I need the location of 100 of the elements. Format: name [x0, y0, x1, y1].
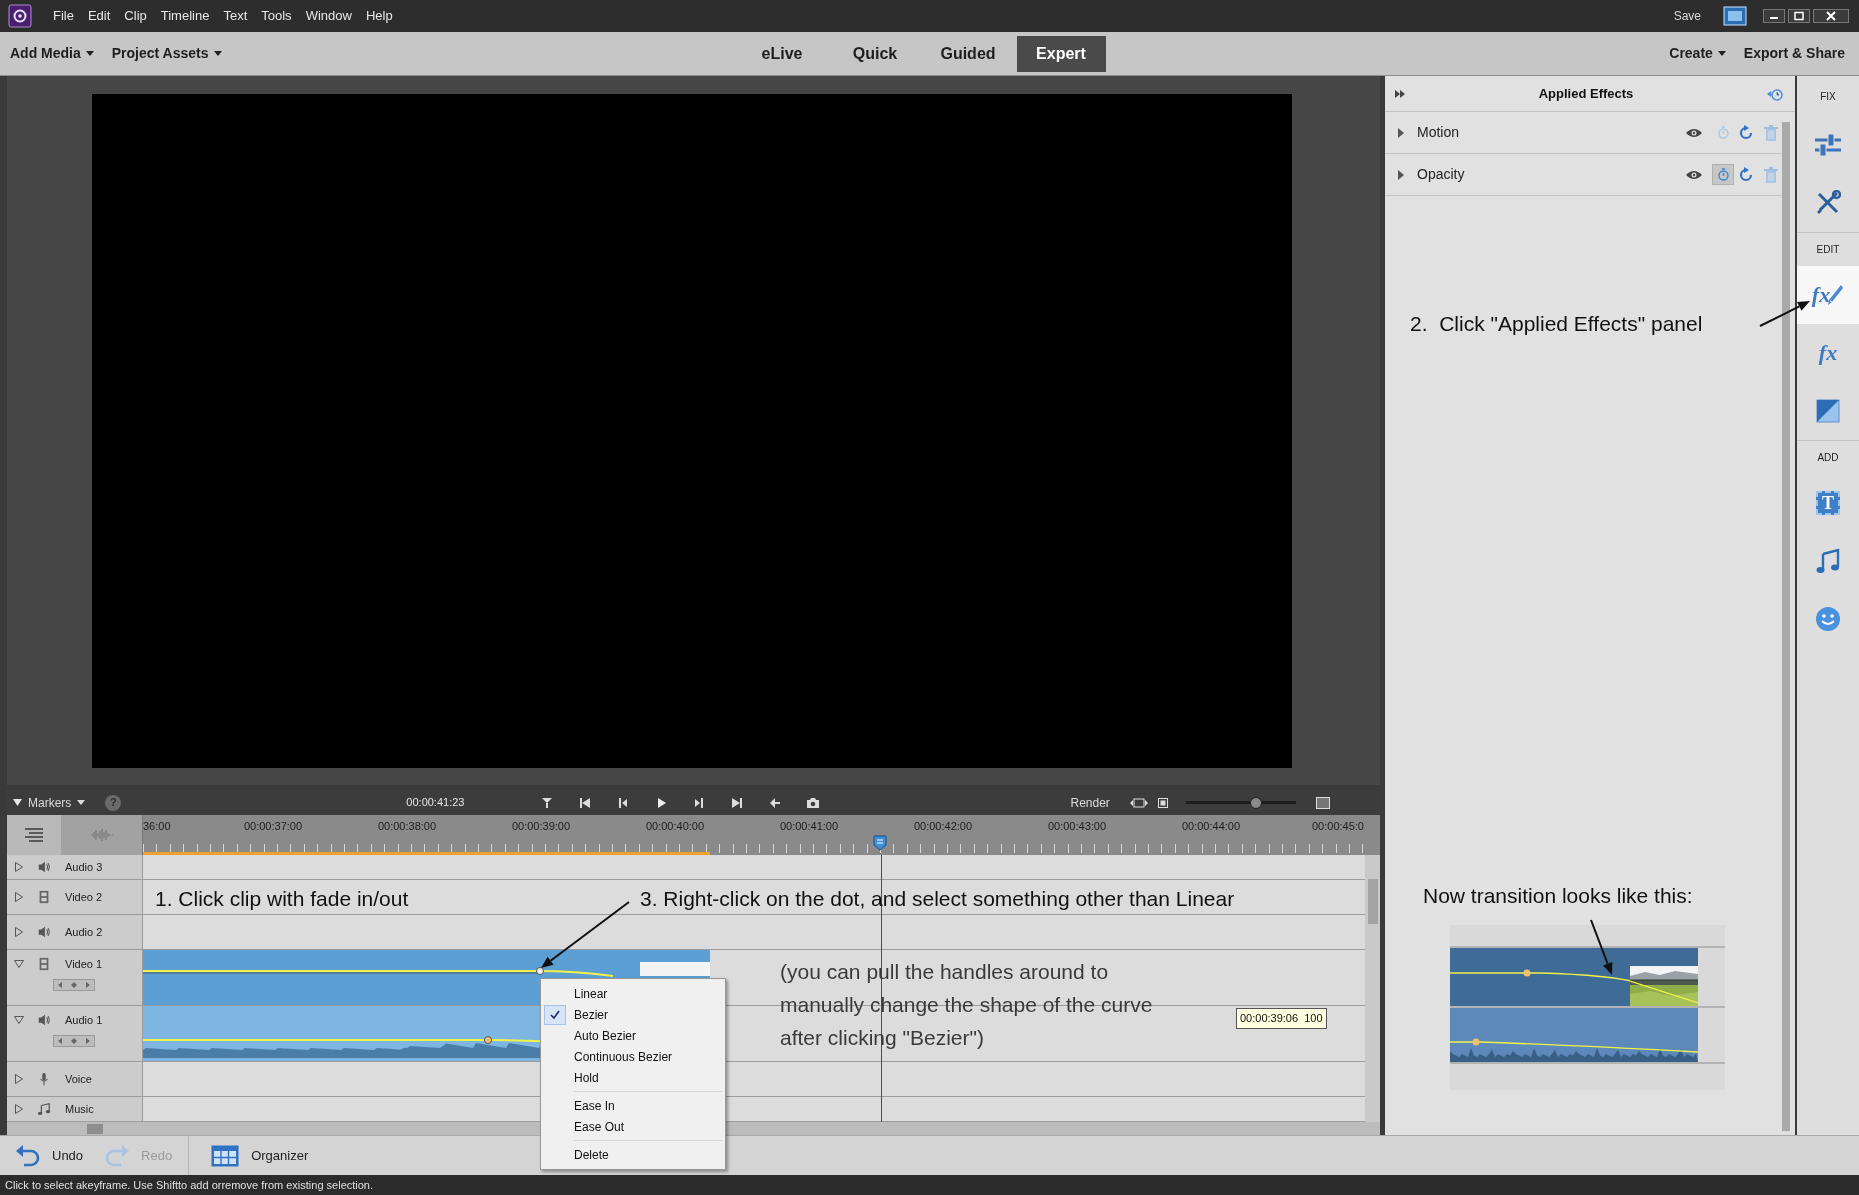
wrench-screwdriver-icon — [1815, 190, 1841, 216]
time-label: 00:00:43:00 — [1047, 819, 1107, 832]
minimize-button[interactable] — [1763, 9, 1785, 23]
menu-item[interactable]: File — [46, 0, 81, 32]
menu-item[interactable]: Clip — [117, 0, 154, 32]
menu-item[interactable]: Text — [216, 0, 255, 32]
stopwatch-icon[interactable] — [1767, 86, 1783, 101]
music-note-icon — [1816, 548, 1840, 574]
menu-item[interactable]: Ease In — [541, 1095, 725, 1116]
organizer-button[interactable]: Organizer — [211, 1144, 309, 1167]
keyframe-navigator[interactable] — [53, 1034, 95, 1047]
dropdown-button[interactable]: Add Media — [10, 43, 94, 64]
section-label: FIX — [1820, 89, 1836, 104]
section-label: ADD — [1817, 451, 1839, 465]
speaker-icon — [37, 925, 51, 939]
animation-toggle[interactable] — [1712, 164, 1734, 185]
dropdown-button[interactable]: Project Assets — [111, 43, 222, 64]
menu-item[interactable]: Tools — [254, 0, 299, 32]
track-name: Audio 2 — [65, 924, 103, 940]
time-label: 36:00 — [143, 819, 171, 832]
fit-icon[interactable] — [1129, 797, 1148, 808]
mark-in-icon — [540, 795, 555, 810]
tooltip: 00:00:39:06 100 — [1236, 1008, 1327, 1029]
panel-scrollbar[interactable] — [1782, 122, 1790, 1131]
icon-glyph: fx — [1818, 342, 1838, 364]
menu-item[interactable]: Ease Out — [541, 1116, 725, 1137]
smiley-icon — [1815, 606, 1841, 632]
mode-tab[interactable]: Guided — [923, 35, 1013, 72]
expand-toggle[interactable] — [1398, 127, 1404, 138]
expand-toggle[interactable] — [14, 1104, 24, 1114]
time-label: 00:00:38:00 — [377, 819, 437, 832]
track-name: Audio 3 — [65, 859, 103, 875]
triangle-icon — [13, 799, 22, 806]
save-button[interactable]: Save — [1673, 7, 1701, 25]
annotation-text: 1. Click clip with fade in/out — [155, 886, 409, 912]
eye-icon[interactable] — [1686, 169, 1702, 180]
time-label: 00:00:37:00 — [243, 819, 303, 832]
fullscreen-icon[interactable] — [1723, 6, 1747, 26]
menu-item[interactable]: Help — [358, 0, 400, 32]
mode-tab[interactable]: Expert — [1016, 35, 1106, 72]
undo-button[interactable]: Undo — [16, 1144, 84, 1167]
check-icon — [550, 1009, 560, 1020]
keyframe-dot[interactable] — [536, 967, 544, 975]
zoom-out-icon[interactable] — [1157, 797, 1168, 808]
menu-item[interactable]: Continuous Bezier — [541, 1046, 725, 1067]
arrow — [1590, 919, 1613, 975]
panel-icon[interactable] — [1315, 796, 1330, 809]
expand-toggle[interactable] — [14, 862, 24, 872]
microphone-icon — [37, 1072, 51, 1086]
film-icon — [37, 890, 51, 904]
render-button[interactable]: Render — [1070, 793, 1110, 812]
reset-icon[interactable] — [1738, 166, 1754, 183]
menu-item[interactable]: Window — [298, 0, 359, 32]
keyframe-dot[interactable] — [484, 1036, 492, 1044]
expand-toggle[interactable] — [14, 1074, 24, 1084]
expand-toggle[interactable] — [14, 959, 24, 970]
icon-glyph: T — [1822, 494, 1834, 512]
app-logo — [8, 4, 32, 28]
caret-icon — [77, 800, 86, 805]
mode-tab[interactable]: eLive — [737, 35, 827, 72]
expand-toggle[interactable] — [14, 927, 24, 937]
maximize-button[interactable] — [1788, 9, 1810, 23]
keyframe-navigator[interactable] — [53, 978, 95, 991]
slider-thumb[interactable] — [1250, 796, 1263, 809]
collapse-icon[interactable] — [1395, 89, 1405, 98]
caret-icon — [85, 51, 94, 56]
tool-button[interactable]: fx — [1797, 266, 1859, 324]
caret-icon — [1717, 51, 1726, 56]
menu-item[interactable]: Bezier — [541, 1004, 725, 1025]
eye-icon[interactable] — [1686, 127, 1702, 138]
menu-item[interactable]: Hold — [541, 1067, 725, 1088]
menu-item[interactable]: Timeline — [153, 0, 217, 32]
panel-title: Applied Effects — [1537, 84, 1635, 103]
vertical-scrollbar[interactable] — [1365, 855, 1380, 1122]
track-name: Video 1 — [65, 957, 103, 972]
menu-item[interactable]: Linear — [541, 983, 725, 1004]
caret-icon — [213, 51, 222, 56]
menu-item[interactable]: Edit — [80, 0, 118, 32]
reset-icon[interactable] — [1738, 124, 1754, 141]
camera-icon — [806, 795, 821, 810]
close-button[interactable] — [1813, 9, 1849, 23]
speaker-icon — [37, 1013, 51, 1028]
annotation-text: Now transition looks like this: — [1423, 882, 1694, 909]
expand-toggle[interactable] — [14, 892, 24, 902]
list-icon — [25, 828, 43, 842]
dropdown-button[interactable]: Export & Share — [1743, 43, 1845, 64]
menu-item[interactable]: Delete — [541, 1144, 725, 1165]
mode-tab[interactable]: Quick — [830, 35, 920, 72]
playhead-handle[interactable] — [873, 835, 887, 851]
skip-start-icon — [578, 795, 593, 810]
effect-name: Motion — [1417, 123, 1461, 142]
expand-toggle[interactable] — [1398, 169, 1404, 180]
dropdown-button[interactable]: Create — [1669, 43, 1726, 64]
markers-button[interactable]: Markers — [13, 793, 86, 812]
grid-icon — [211, 1144, 240, 1167]
timecode: 00:00:41:23 — [406, 795, 465, 811]
tool-button[interactable]: T — [1797, 474, 1859, 532]
expand-toggle[interactable] — [14, 1015, 24, 1026]
menu-item[interactable]: Auto Bezier — [541, 1025, 725, 1046]
diagonal-square-icon — [1816, 399, 1840, 423]
